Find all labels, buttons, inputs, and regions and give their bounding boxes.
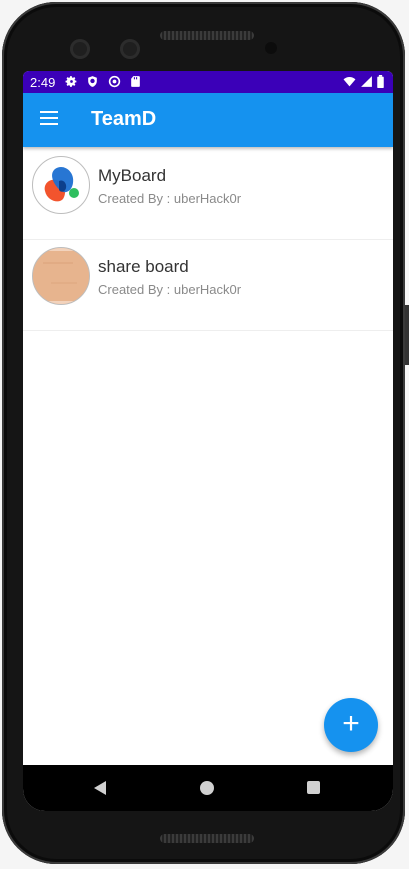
bottom-speaker — [160, 834, 254, 843]
board-name: share board — [98, 257, 189, 276]
sd-card-icon — [131, 76, 140, 87]
wifi-icon — [343, 76, 356, 87]
add-icon: + — [342, 707, 360, 740]
created-by-label: Created By : — [98, 191, 174, 206]
status-time: 2:49 — [30, 75, 56, 90]
front-camera-secondary — [120, 39, 140, 59]
phone-frame: 2:49 TeamD MyBoard Created By: uberHack… — [2, 2, 405, 864]
side-button — [405, 305, 409, 365]
system-navigation-bar — [23, 765, 393, 811]
signal-icon — [361, 76, 372, 87]
front-camera — [70, 39, 90, 59]
battery-icon — [377, 75, 384, 88]
board-avatar — [32, 156, 90, 214]
created-by-label: Created By : — [98, 282, 174, 297]
hamburger-menu-icon[interactable] — [40, 111, 58, 125]
proximity-sensor — [265, 42, 277, 54]
settings-icon — [65, 76, 77, 87]
paper-texture-image — [33, 248, 89, 304]
app-bar: TeamD — [23, 93, 393, 147]
earpiece-speaker — [160, 31, 254, 40]
board-avatar — [32, 247, 90, 305]
screen: 2:49 TeamD MyBoard Created By: uberHack… — [23, 71, 393, 811]
home-icon[interactable] — [200, 781, 214, 795]
shield-icon — [88, 76, 97, 87]
board-list-item-share-board[interactable]: share board Created By : uberHack0r — [23, 240, 393, 331]
colorful-blob-logo — [44, 166, 79, 202]
board-list: MyBoard Created By : uberHack0r share bo… — [23, 149, 393, 331]
board-creator: Created By : uberHack0r — [98, 282, 241, 297]
add-board-button[interactable]: + — [324, 698, 378, 752]
back-icon[interactable] — [93, 780, 107, 796]
board-creator: Created By : uberHack0r — [98, 191, 241, 206]
board-name: MyBoard — [98, 166, 167, 185]
creator-name: uberHack0r — [173, 282, 242, 297]
board-list-item-myboard[interactable]: MyBoard Created By : uberHack0r — [23, 149, 393, 240]
app-title: TeamD — [91, 108, 157, 130]
sync-icon — [108, 75, 121, 88]
creator-name: uberHack0r — [173, 191, 242, 206]
recents-icon[interactable] — [307, 781, 320, 794]
status-bar: 2:49 — [23, 71, 393, 93]
